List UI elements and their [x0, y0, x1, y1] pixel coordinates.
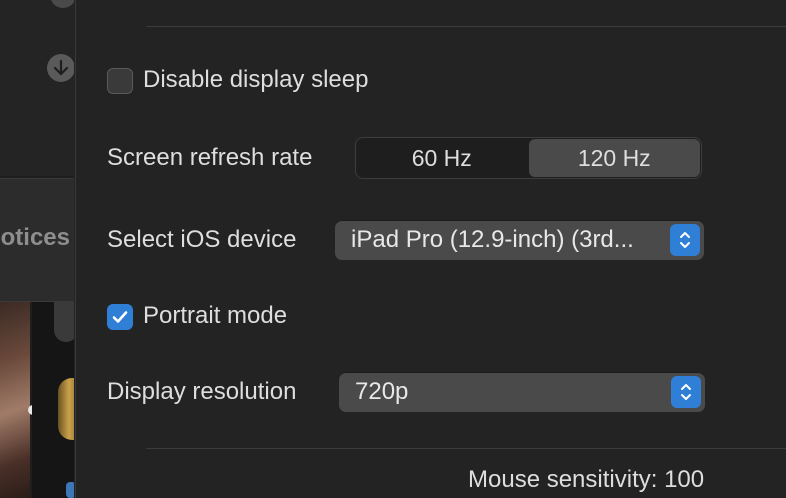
thumbnail-decoration: [58, 378, 74, 440]
refresh-rate-label: Screen refresh rate: [107, 144, 313, 171]
ios-device-label: Select iOS device: [107, 226, 297, 253]
disable-sleep-label[interactable]: Disable display sleep: [143, 66, 368, 94]
download-icon[interactable]: [47, 54, 74, 82]
resolution-select[interactable]: 720p: [339, 372, 705, 412]
resolution-value: 720p: [355, 378, 409, 405]
refresh-rate-option-120[interactable]: 120 Hz: [528, 139, 700, 177]
ios-device-select[interactable]: iPad Pro (12.9-inch) (3rd...: [335, 220, 704, 260]
disable-sleep-checkbox[interactable]: [107, 68, 133, 94]
thumbnail-image[interactable]: [0, 302, 30, 498]
thumbnail-decoration: [54, 302, 74, 342]
sidebar-section[interactable]: otices: [0, 178, 74, 302]
checkmark-icon: [112, 311, 128, 323]
divider: [146, 448, 786, 449]
portrait-mode-checkbox[interactable]: [107, 304, 133, 330]
resolution-label: Display resolution: [107, 378, 297, 405]
ios-device-value: iPad Pro (12.9-inch) (3rd...: [351, 226, 634, 253]
sidebar-top-area: [0, 0, 74, 176]
sidebar-section-label: otices: [0, 224, 70, 251]
refresh-rate-option-60[interactable]: 60 Hz: [356, 138, 528, 178]
up-down-chevron-icon[interactable]: [670, 224, 700, 256]
sidebar: otices: [0, 0, 74, 498]
portrait-mode-label[interactable]: Portrait mode: [143, 302, 287, 330]
mouse-sensitivity-label: Mouse sensitivity: 100: [468, 466, 705, 493]
divider: [146, 26, 786, 27]
thumbnail-decoration: [66, 482, 74, 498]
refresh-rate-segmented-control[interactable]: 60 Hz 120 Hz: [355, 137, 702, 179]
up-down-chevron-icon[interactable]: [671, 376, 701, 408]
